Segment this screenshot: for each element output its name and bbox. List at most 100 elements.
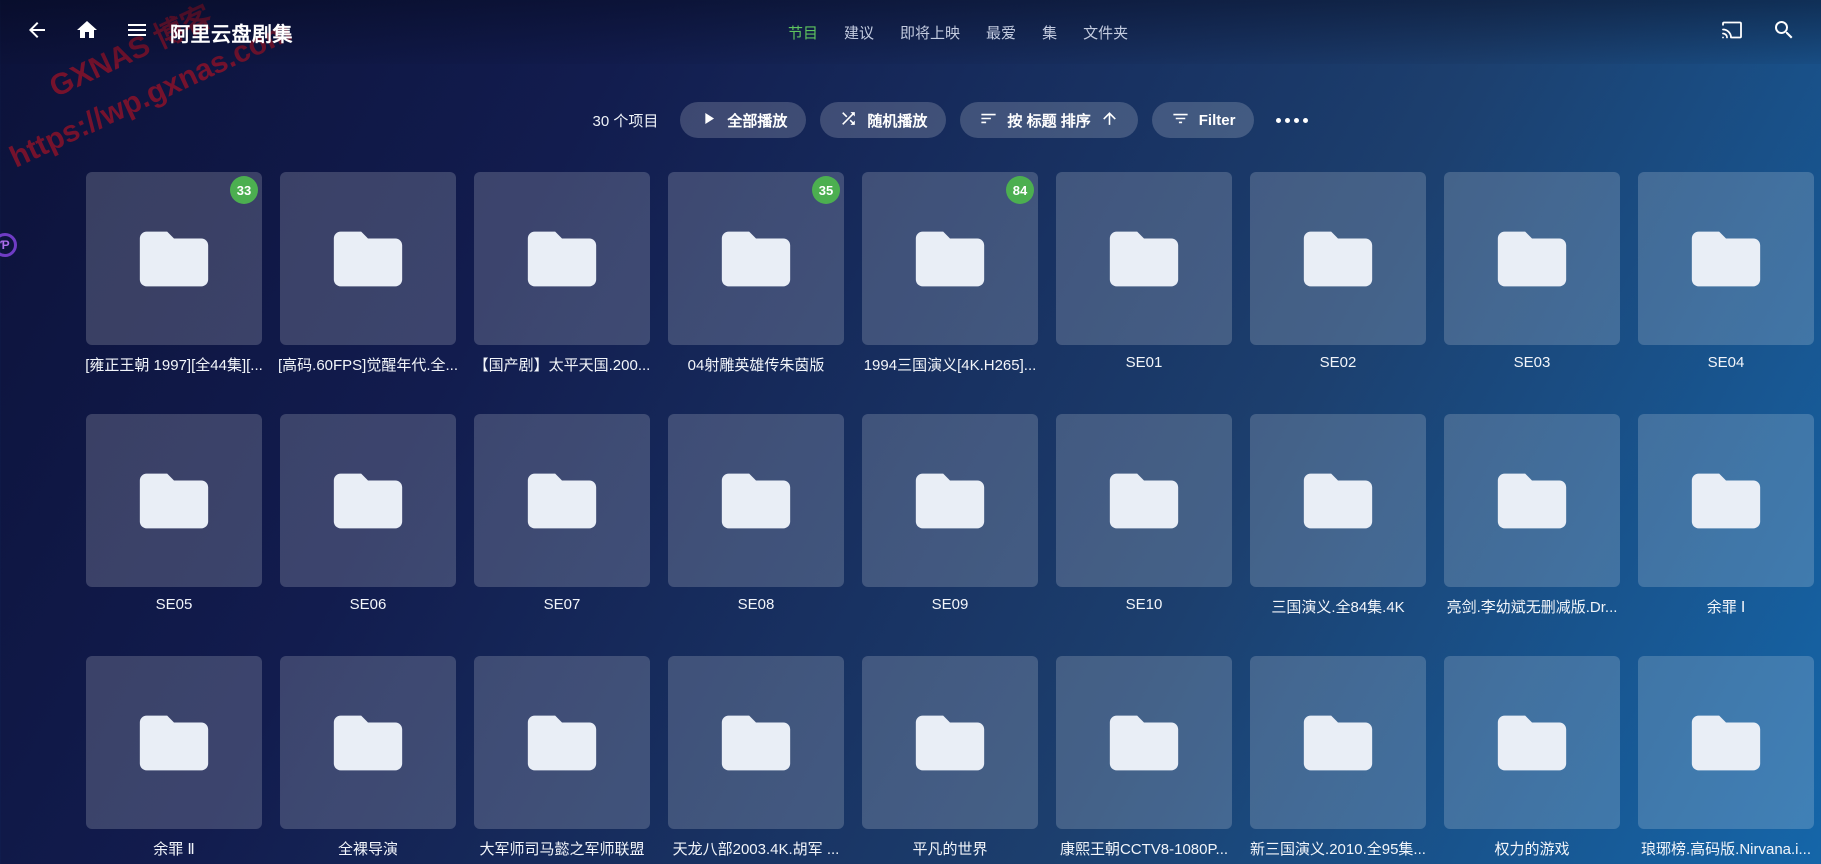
folder-icon bbox=[327, 702, 409, 784]
filter-button[interactable]: Filter bbox=[1152, 102, 1255, 138]
folder-title[interactable]: SE06 bbox=[271, 596, 465, 613]
folder-title[interactable]: SE07 bbox=[465, 596, 659, 613]
folder-icon bbox=[521, 460, 603, 542]
sort-icon bbox=[979, 109, 998, 132]
folder-card[interactable] bbox=[1250, 656, 1426, 829]
folder-title[interactable]: 亮剑.李幼斌无删减版.Dr... bbox=[1435, 596, 1629, 617]
folder-card[interactable] bbox=[474, 656, 650, 829]
folder-title[interactable]: 琅琊榜.高码版.Nirvana.i... bbox=[1629, 838, 1821, 859]
folder-card[interactable] bbox=[1056, 656, 1232, 829]
folder-title[interactable]: SE01 bbox=[1047, 354, 1241, 371]
folder-icon bbox=[909, 702, 991, 784]
tab-episodes[interactable]: 集 bbox=[1042, 22, 1057, 43]
grid-item: SE05 bbox=[86, 414, 262, 617]
folder-card[interactable] bbox=[1444, 656, 1620, 829]
folder-card[interactable] bbox=[1444, 172, 1620, 345]
sort-button[interactable]: 按 标题 排序 bbox=[960, 102, 1137, 138]
folder-card[interactable] bbox=[86, 656, 262, 829]
back-button[interactable] bbox=[14, 9, 60, 55]
folder-card[interactable] bbox=[280, 414, 456, 587]
folder-card[interactable]: 84 bbox=[862, 172, 1038, 345]
folder-title[interactable]: 平凡的世界 bbox=[853, 838, 1047, 859]
folder-title[interactable]: 大军师司马懿之军师联盟 bbox=[465, 838, 659, 859]
folder-title[interactable]: 余罪 Ⅱ bbox=[77, 838, 271, 859]
folder-title[interactable]: 04射雕英雄传朱茵版 bbox=[659, 354, 853, 375]
tab-folders[interactable]: 文件夹 bbox=[1083, 22, 1128, 43]
folder-title[interactable]: SE02 bbox=[1241, 354, 1435, 371]
folder-title[interactable]: SE03 bbox=[1435, 354, 1629, 371]
folder-card[interactable] bbox=[1638, 656, 1814, 829]
grid-item: 余罪 Ⅰ bbox=[1638, 414, 1814, 617]
folder-card[interactable] bbox=[1250, 414, 1426, 587]
folder-card[interactable] bbox=[668, 414, 844, 587]
folder-title[interactable]: SE09 bbox=[853, 596, 1047, 613]
folder-title[interactable]: [雍正王朝 1997][全44集][... bbox=[77, 354, 271, 375]
folder-title[interactable]: SE04 bbox=[1629, 354, 1821, 371]
grid-item: 大军师司马懿之军师联盟 bbox=[474, 656, 650, 859]
tab-suggestions[interactable]: 建议 bbox=[844, 22, 874, 43]
folder-title[interactable]: 【国产剧】太平天国.200... bbox=[465, 354, 659, 375]
grid-item: SE07 bbox=[474, 414, 650, 617]
cast-button[interactable] bbox=[1709, 9, 1755, 55]
grid-item: 平凡的世界 bbox=[862, 656, 1038, 859]
folder-title[interactable]: SE10 bbox=[1047, 596, 1241, 613]
folder-card[interactable] bbox=[1444, 414, 1620, 587]
grid-item: 84 1994三国演义[4K.H265]... bbox=[862, 172, 1038, 375]
grid-item: SE06 bbox=[280, 414, 456, 617]
folder-card[interactable] bbox=[1638, 172, 1814, 345]
grid-item: SE08 bbox=[668, 414, 844, 617]
shuffle-label: 随机播放 bbox=[867, 110, 927, 131]
folder-title[interactable]: 1994三国演义[4K.H265]... bbox=[853, 354, 1047, 375]
folder-title[interactable]: 权力的游戏 bbox=[1435, 838, 1629, 859]
folder-title[interactable]: 三国演义.全84集.4K bbox=[1241, 596, 1435, 617]
folder-title[interactable]: 余罪 Ⅰ bbox=[1629, 596, 1821, 617]
folder-card[interactable] bbox=[862, 414, 1038, 587]
cast-icon bbox=[1720, 18, 1744, 47]
folder-card[interactable] bbox=[668, 656, 844, 829]
folder-title[interactable]: 康熙王朝CCTV8-1080P... bbox=[1047, 838, 1241, 859]
grid-item: 33 [雍正王朝 1997][全44集][... bbox=[86, 172, 262, 375]
item-count: 30 个项目 bbox=[593, 110, 659, 131]
folder-icon bbox=[133, 702, 215, 784]
shuffle-button[interactable]: 随机播放 bbox=[820, 102, 946, 138]
folder-card[interactable] bbox=[862, 656, 1038, 829]
folder-card[interactable] bbox=[1638, 414, 1814, 587]
folder-card[interactable] bbox=[1250, 172, 1426, 345]
main-toolbar: 30 个项目 全部播放 随机播放 按 标题 排序 Filter bbox=[44, 102, 1821, 138]
folder-title[interactable]: SE08 bbox=[659, 596, 853, 613]
grid-item: 康熙王朝CCTV8-1080P... bbox=[1056, 656, 1232, 859]
folder-title[interactable]: [高码.60FPS]觉醒年代.全... bbox=[271, 354, 465, 375]
tab-shows[interactable]: 节目 bbox=[788, 22, 818, 43]
folder-card[interactable]: 33 bbox=[86, 172, 262, 345]
folder-title[interactable]: 天龙八部2003.4K.胡军 ... bbox=[659, 838, 853, 859]
folder-card[interactable] bbox=[280, 172, 456, 345]
folder-title[interactable]: 新三国演义.2010.全95集... bbox=[1241, 838, 1435, 859]
play-all-button[interactable]: 全部播放 bbox=[680, 102, 806, 138]
folder-card[interactable]: 35 bbox=[668, 172, 844, 345]
menu-button[interactable] bbox=[114, 9, 160, 55]
grid-item: [高码.60FPS]觉醒年代.全... bbox=[280, 172, 456, 375]
grid-item: 天龙八部2003.4K.胡军 ... bbox=[668, 656, 844, 859]
folder-card[interactable] bbox=[1056, 414, 1232, 587]
search-button[interactable] bbox=[1761, 9, 1807, 55]
folder-card[interactable] bbox=[474, 414, 650, 587]
home-button[interactable] bbox=[64, 9, 110, 55]
tab-favorites[interactable]: 最爱 bbox=[986, 22, 1016, 43]
folder-card[interactable] bbox=[86, 414, 262, 587]
unplayed-count-badge: 33 bbox=[230, 176, 258, 204]
folder-title[interactable]: SE05 bbox=[77, 596, 271, 613]
folder-card[interactable] bbox=[474, 172, 650, 345]
grid-item: SE02 bbox=[1250, 172, 1426, 375]
folder-icon bbox=[1103, 702, 1185, 784]
folder-icon bbox=[909, 218, 991, 300]
folder-card[interactable] bbox=[1056, 172, 1232, 345]
unplayed-count-badge: 84 bbox=[1006, 176, 1034, 204]
grid-item: 新三国演义.2010.全95集... bbox=[1250, 656, 1426, 859]
folder-icon bbox=[1685, 702, 1767, 784]
grid-item: SE10 bbox=[1056, 414, 1232, 617]
folder-icon bbox=[1297, 460, 1379, 542]
more-options-button[interactable] bbox=[1268, 110, 1316, 131]
tab-upcoming[interactable]: 即将上映 bbox=[900, 22, 960, 43]
folder-card[interactable] bbox=[280, 656, 456, 829]
folder-title[interactable]: 全裸导演 bbox=[271, 838, 465, 859]
